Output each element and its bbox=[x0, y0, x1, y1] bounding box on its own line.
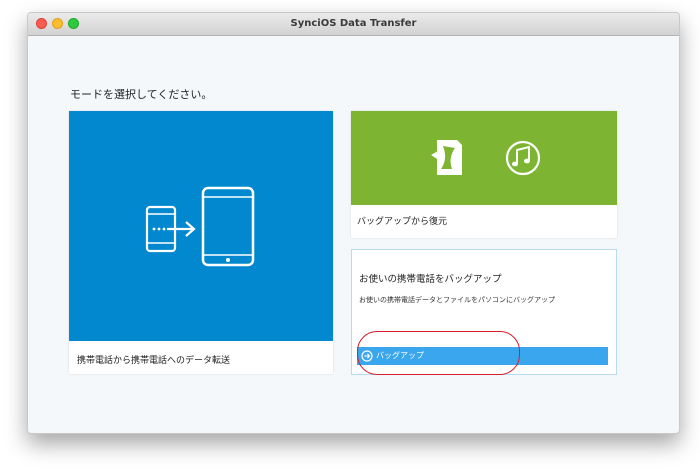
mode-select-prompt: モードを選択してください。 bbox=[70, 88, 213, 101]
backup-description: お使いの携帯電話データとファイルをパソコンにバッグアップ bbox=[359, 296, 555, 304]
phone-to-tablet-icon bbox=[145, 186, 255, 267]
phone-transfer-card[interactable]: 携帯電話から携帯電話へのデータ転送 bbox=[69, 111, 333, 374]
phone-transfer-label: 携帯電話から携帯電話へのデータ転送 bbox=[77, 356, 231, 366]
title-bar: SynciOS Data Transfer bbox=[28, 13, 679, 36]
restore-backup-banner bbox=[351, 111, 617, 205]
phone-transfer-banner bbox=[69, 111, 333, 341]
window-title: SynciOS Data Transfer bbox=[290, 18, 417, 29]
app-window: SynciOS Data Transfer モードを選択してください。 携帯電話… bbox=[27, 12, 680, 434]
highlight-annotation bbox=[357, 331, 520, 375]
backup-title: お使いの携帯電話をバッグアップ bbox=[359, 274, 502, 285]
restore-backup-card[interactable]: バッグアップから復元 bbox=[351, 111, 617, 238]
restore-backup-label: バッグアップから復元 bbox=[357, 217, 448, 227]
music-note-icon bbox=[505, 140, 541, 176]
